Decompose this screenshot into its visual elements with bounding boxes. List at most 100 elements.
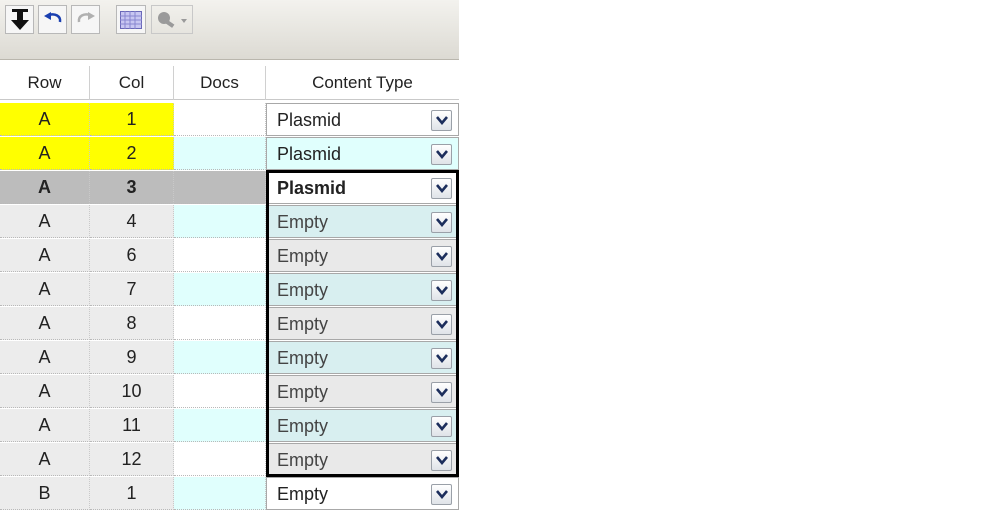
cell-col[interactable]: 9 <box>90 341 174 374</box>
table-row[interactable]: A 4 Empty <box>0 205 459 239</box>
chevron-down-icon[interactable] <box>431 246 452 267</box>
cell-row[interactable]: A <box>0 273 90 306</box>
cell-content-type[interactable]: Empty <box>266 409 459 442</box>
header-row[interactable]: Row <box>0 66 90 100</box>
cell-row[interactable]: A <box>0 137 90 170</box>
cell-content-type[interactable]: Empty <box>266 273 459 306</box>
redo-button[interactable] <box>71 5 100 34</box>
cell-row[interactable]: A <box>0 409 90 442</box>
chevron-down-icon[interactable] <box>431 178 452 199</box>
cell-col[interactable]: 1 <box>90 103 174 136</box>
chevron-down-icon[interactable] <box>431 144 452 165</box>
chevron-down-icon[interactable] <box>431 348 452 369</box>
table-row[interactable]: A 3 Plasmid <box>0 171 459 205</box>
cell-col[interactable]: 3 <box>90 171 174 204</box>
content-type-value: Empty <box>277 382 329 402</box>
cell-row[interactable]: A <box>0 103 90 136</box>
cell-docs[interactable] <box>174 205 266 238</box>
cell-content-type[interactable]: Plasmid <box>266 137 459 170</box>
table-row[interactable]: A 2 Plasmid <box>0 137 459 171</box>
cell-content-type[interactable]: Plasmid <box>266 171 459 204</box>
table-row[interactable]: A 11 Empty <box>0 409 459 443</box>
move-down-button[interactable] <box>5 5 34 34</box>
cell-docs[interactable] <box>174 375 266 408</box>
cell-row[interactable]: A <box>0 375 90 408</box>
header-docs[interactable]: Docs <box>174 66 266 100</box>
table-row[interactable]: A 10 Empty <box>0 375 459 409</box>
cell-row[interactable]: A <box>0 307 90 340</box>
table-row[interactable]: A 6 Empty <box>0 239 459 273</box>
cell-col[interactable]: 2 <box>90 137 174 170</box>
content-type-value: Empty <box>277 212 329 232</box>
move-down-icon <box>10 8 30 31</box>
cell-col[interactable]: 1 <box>90 477 174 510</box>
cell-content-type[interactable]: Plasmid <box>266 103 459 136</box>
chevron-down-icon[interactable] <box>431 484 452 505</box>
chevron-down-icon[interactable] <box>431 450 452 471</box>
cell-content-type[interactable]: Empty <box>266 477 459 510</box>
cell-content-type[interactable]: Empty <box>266 307 459 340</box>
table-row[interactable]: A 9 Empty <box>0 341 459 375</box>
search-dropdown-button[interactable] <box>151 5 193 34</box>
cell-row[interactable]: A <box>0 341 90 374</box>
cell-docs[interactable] <box>174 443 266 476</box>
content-type-value: Empty <box>277 280 329 300</box>
cell-docs[interactable] <box>174 341 266 374</box>
table-row[interactable]: B 1 Empty <box>0 477 459 511</box>
content-type-value: Empty <box>277 246 329 266</box>
cell-row[interactable]: A <box>0 205 90 238</box>
header-content-type[interactable]: Content Type <box>266 66 459 100</box>
cell-col[interactable]: 10 <box>90 375 174 408</box>
content-type-value: Plasmid <box>277 144 342 164</box>
chevron-down-icon[interactable] <box>431 416 452 437</box>
cell-content-type[interactable]: Empty <box>266 239 459 272</box>
content-type-value: Plasmid <box>277 110 342 130</box>
content-type-value: Empty <box>277 416 329 436</box>
chevron-down-icon[interactable] <box>431 314 452 335</box>
cell-col[interactable]: 8 <box>90 307 174 340</box>
table-row[interactable]: A 12 Empty <box>0 443 459 477</box>
cell-docs[interactable] <box>174 409 266 442</box>
cell-col[interactable]: 7 <box>90 273 174 306</box>
cell-content-type[interactable]: Empty <box>266 341 459 374</box>
chevron-down-icon[interactable] <box>431 280 452 301</box>
redo-icon <box>76 11 96 28</box>
table-row[interactable]: A 8 Empty <box>0 307 459 341</box>
content-type-value: Empty <box>277 484 329 504</box>
cell-row[interactable]: A <box>0 443 90 476</box>
chevron-down-icon[interactable] <box>431 110 452 131</box>
search-dropdown-icon <box>155 10 189 30</box>
chevron-down-icon[interactable] <box>431 212 452 233</box>
table-row[interactable]: A 1 Plasmid <box>0 103 459 137</box>
cell-docs[interactable] <box>174 273 266 306</box>
grid-icon <box>120 10 142 29</box>
grid-header: Row Col Docs Content Type <box>0 66 459 100</box>
cell-docs[interactable] <box>174 307 266 340</box>
chevron-down-icon[interactable] <box>431 382 452 403</box>
cell-content-type[interactable]: Empty <box>266 205 459 238</box>
cell-docs[interactable] <box>174 239 266 272</box>
cell-content-type[interactable]: Empty <box>266 443 459 476</box>
cell-col[interactable]: 11 <box>90 409 174 442</box>
content-type-value: Plasmid <box>277 178 347 198</box>
cell-col[interactable]: 6 <box>90 239 174 272</box>
table-row[interactable]: A 7 Empty <box>0 273 459 307</box>
cell-docs[interactable] <box>174 137 266 170</box>
cell-content-type[interactable]: Empty <box>266 375 459 408</box>
cell-row[interactable]: A <box>0 239 90 272</box>
cell-col[interactable]: 4 <box>90 205 174 238</box>
content-type-value: Empty <box>277 348 329 368</box>
cell-docs[interactable] <box>174 477 266 510</box>
toolbar <box>0 0 459 60</box>
undo-icon <box>43 11 63 28</box>
undo-button[interactable] <box>38 5 67 34</box>
grid-button[interactable] <box>116 5 146 34</box>
cell-row[interactable]: A <box>0 171 90 204</box>
header-col[interactable]: Col <box>90 66 174 100</box>
cell-row[interactable]: B <box>0 477 90 510</box>
cell-docs[interactable] <box>174 171 266 204</box>
content-type-value: Empty <box>277 314 329 334</box>
cell-col[interactable]: 12 <box>90 443 174 476</box>
content-type-value: Empty <box>277 450 329 470</box>
cell-docs[interactable] <box>174 103 266 136</box>
